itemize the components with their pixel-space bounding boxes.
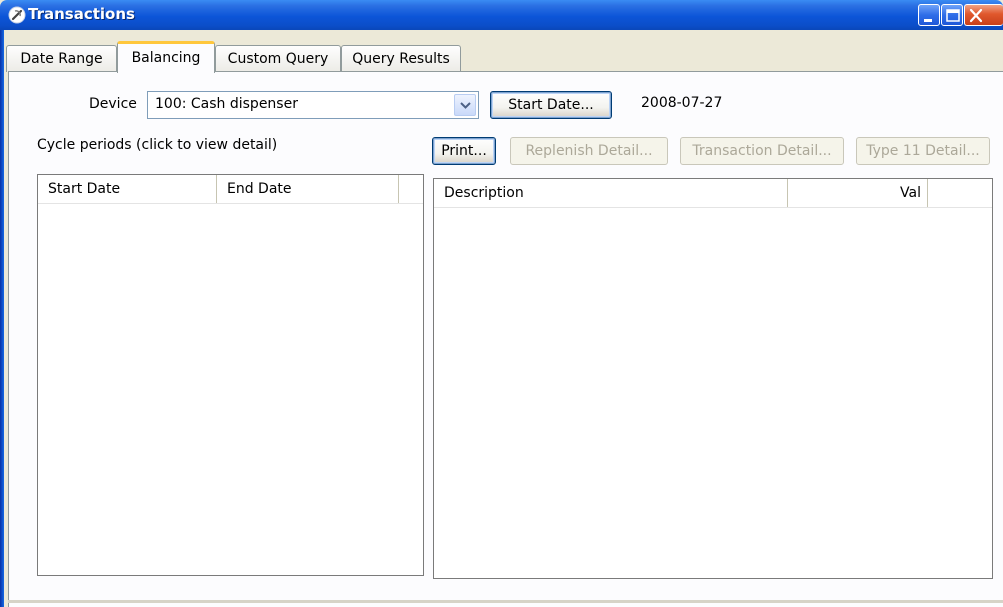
panel-bottom-edge bbox=[8, 600, 1003, 603]
detail-table[interactable]: Description Val bbox=[433, 178, 993, 579]
window-frame-left bbox=[0, 30, 4, 607]
start-date-value: 2008-07-27 bbox=[641, 95, 723, 111]
detail-header: Description Val bbox=[434, 179, 992, 208]
tab-custom-query[interactable]: Custom Query bbox=[215, 45, 341, 72]
device-label: Device bbox=[89, 96, 137, 112]
window-title: Transactions bbox=[28, 5, 135, 23]
minimize-button[interactable] bbox=[918, 4, 940, 26]
app-icon bbox=[8, 6, 26, 24]
column-start-date[interactable]: Start Date bbox=[38, 175, 217, 203]
cycle-periods-caption: Cycle periods (click to view detail) bbox=[37, 137, 278, 153]
column-end-date[interactable]: End Date bbox=[217, 175, 399, 203]
transactions-window: Transactions Date Range Balancing Custom… bbox=[0, 0, 1003, 607]
title-bar[interactable]: Transactions bbox=[0, 0, 1003, 30]
chevron-down-icon bbox=[460, 102, 471, 109]
close-button[interactable] bbox=[964, 4, 1003, 26]
replenish-detail-button[interactable]: Replenish Detail... bbox=[510, 137, 668, 165]
close-icon bbox=[969, 8, 983, 23]
maximize-button[interactable] bbox=[941, 4, 963, 26]
column-description[interactable]: Description bbox=[434, 179, 788, 207]
tab-query-results[interactable]: Query Results bbox=[341, 45, 461, 72]
cycle-periods-header: Start Date End Date bbox=[38, 175, 423, 204]
type11-detail-button[interactable]: Type 11 Detail... bbox=[856, 137, 990, 165]
device-select[interactable]: 100: Cash dispenser bbox=[147, 91, 479, 119]
tab-date-range[interactable]: Date Range bbox=[6, 45, 117, 72]
cycle-periods-table[interactable]: Start Date End Date bbox=[37, 174, 424, 576]
maximize-icon bbox=[946, 9, 960, 22]
print-button[interactable]: Print... bbox=[432, 137, 496, 165]
minimize-icon bbox=[924, 19, 932, 22]
column-val[interactable]: Val bbox=[788, 179, 928, 207]
transaction-detail-button[interactable]: Transaction Detail... bbox=[680, 137, 844, 165]
start-date-button[interactable]: Start Date... bbox=[490, 91, 612, 119]
tab-balancing[interactable]: Balancing bbox=[117, 41, 215, 73]
device-selected-value: 100: Cash dispenser bbox=[155, 96, 298, 112]
device-dropdown-button[interactable] bbox=[454, 94, 476, 116]
